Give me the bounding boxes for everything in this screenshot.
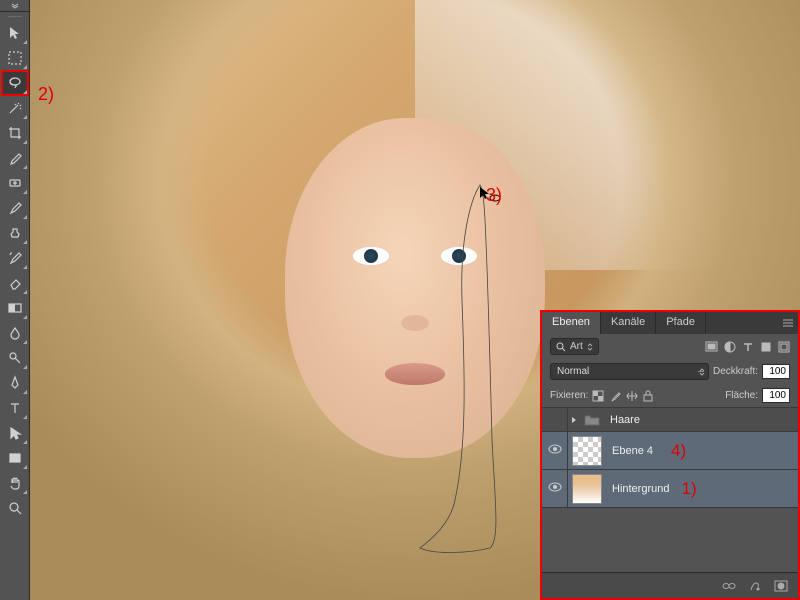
path-selection-tool[interactable] — [2, 421, 28, 445]
layer-group-haare[interactable]: Haare — [542, 408, 798, 432]
layer-hintergrund[interactable]: Hintergrund 1) — [542, 470, 798, 508]
filter-pixel-icon[interactable] — [705, 341, 718, 352]
eraser-tool[interactable] — [2, 271, 28, 295]
visibility-eye-icon[interactable] — [548, 482, 562, 495]
opacity-label: Deckkraft: — [713, 366, 758, 377]
annotation-4: 4) — [671, 441, 686, 461]
toolbar-expand-button[interactable] — [0, 0, 29, 12]
opacity-input[interactable]: 100 — [762, 364, 790, 379]
filter-adjustment-icon[interactable] — [724, 341, 736, 353]
folder-icon — [584, 413, 600, 426]
lasso-tool[interactable] — [2, 71, 28, 95]
zoom-tool[interactable] — [2, 496, 28, 520]
rectangle-tool[interactable] — [2, 446, 28, 470]
type-tool[interactable] — [2, 396, 28, 420]
layer-name: Haare — [610, 414, 640, 426]
move-tool[interactable] — [2, 21, 28, 45]
lock-label: Fixieren: — [550, 390, 588, 401]
layer-thumbnail — [572, 436, 602, 466]
filter-smart-icon[interactable] — [778, 341, 790, 353]
panel-menu-button[interactable] — [778, 312, 798, 334]
filter-shape-icon[interactable] — [760, 341, 772, 353]
toolbar-grip[interactable] — [0, 12, 29, 20]
dodge-tool[interactable] — [2, 346, 28, 370]
lock-pixels-icon[interactable] — [609, 390, 621, 402]
filter-label: Art — [570, 341, 583, 352]
lock-transparency-icon[interactable] — [592, 390, 604, 402]
layers-panel-footer — [542, 572, 798, 598]
layer-name: Hintergrund — [612, 483, 669, 495]
lock-all-icon[interactable] — [643, 390, 653, 402]
history-brush-tool[interactable] — [2, 246, 28, 270]
marquee-tool[interactable] — [2, 46, 28, 70]
pen-tool[interactable] — [2, 371, 28, 395]
brush-tool[interactable] — [2, 196, 28, 220]
link-layers-icon[interactable] — [722, 581, 736, 591]
healing-brush-tool[interactable] — [2, 171, 28, 195]
layer-name: Ebene 4 — [612, 445, 653, 457]
clone-stamp-tool[interactable] — [2, 221, 28, 245]
blend-mode-select[interactable]: Normal — [550, 363, 709, 380]
layer-thumbnail — [572, 474, 602, 504]
layer-list: Haare Ebene 4 4) Hintergrund 1) — [542, 407, 798, 508]
blur-tool[interactable] — [2, 321, 28, 345]
tab-pfade[interactable]: Pfade — [656, 312, 706, 334]
layers-panel: Ebenen Kanäle Pfade Art Normal Deckkraft… — [540, 310, 800, 600]
lock-position-icon[interactable] — [626, 390, 638, 402]
filter-type-icon[interactable] — [742, 341, 754, 353]
visibility-eye-icon[interactable] — [548, 444, 562, 457]
fill-label: Fläche: — [725, 390, 758, 401]
magic-wand-tool[interactable] — [2, 96, 28, 120]
expand-icon[interactable] — [568, 416, 580, 424]
layer-mask-icon[interactable] — [774, 580, 788, 592]
tools-toolbar — [0, 0, 30, 600]
crop-tool[interactable] — [2, 121, 28, 145]
panel-tabs: Ebenen Kanäle Pfade — [542, 312, 798, 334]
tab-ebenen[interactable]: Ebenen — [542, 312, 601, 334]
eyedropper-tool[interactable] — [2, 146, 28, 170]
fill-input[interactable]: 100 — [762, 388, 790, 403]
annotation-1: 1) — [681, 479, 696, 499]
layer-ebene-4[interactable]: Ebene 4 4) — [542, 432, 798, 470]
hand-tool[interactable] — [2, 471, 28, 495]
layer-filter-type[interactable]: Art — [550, 338, 599, 355]
tab-kanaele[interactable]: Kanäle — [601, 312, 656, 334]
layer-style-icon[interactable] — [748, 580, 762, 592]
gradient-tool[interactable] — [2, 296, 28, 320]
